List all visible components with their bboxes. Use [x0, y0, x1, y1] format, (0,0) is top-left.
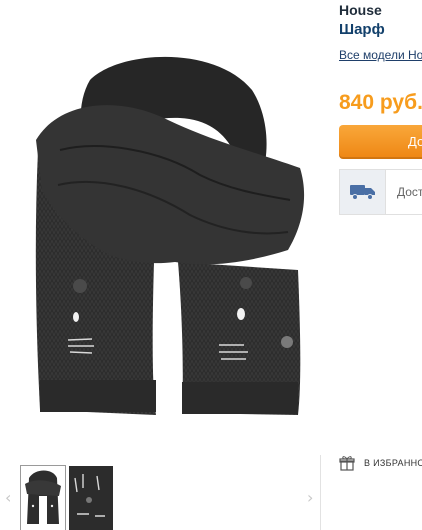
scarf-illustration [35, 56, 305, 415]
thumbnail-scarf-front[interactable] [20, 465, 66, 530]
gift-icon [339, 456, 355, 471]
thumbnail-scarf-detail[interactable] [69, 466, 113, 530]
product-price: 840 руб. [339, 91, 422, 114]
delivery-info[interactable]: Доставка [339, 169, 422, 215]
main-product-image[interactable] [0, 0, 321, 455]
all-models-link[interactable]: Все модели House [339, 48, 422, 62]
gallery-next-arrow[interactable]: › [307, 490, 313, 506]
truck-icon [340, 170, 386, 214]
product-brand: House [339, 2, 382, 18]
gallery-prev-arrow[interactable]: ‹ [5, 490, 11, 506]
favorites-label: В ИЗБРАННОЕ [364, 458, 422, 468]
product-name: Шарф [339, 21, 385, 38]
delivery-label: Доставка [397, 185, 422, 199]
product-info-panel: House Шарф Все модели House 840 руб. Доб… [322, 0, 422, 530]
add-to-cart-button[interactable]: Добавить в корзину [339, 125, 422, 159]
product-gallery: ‹ › [0, 0, 321, 530]
thumbnail-strip: ‹ › [0, 462, 321, 530]
